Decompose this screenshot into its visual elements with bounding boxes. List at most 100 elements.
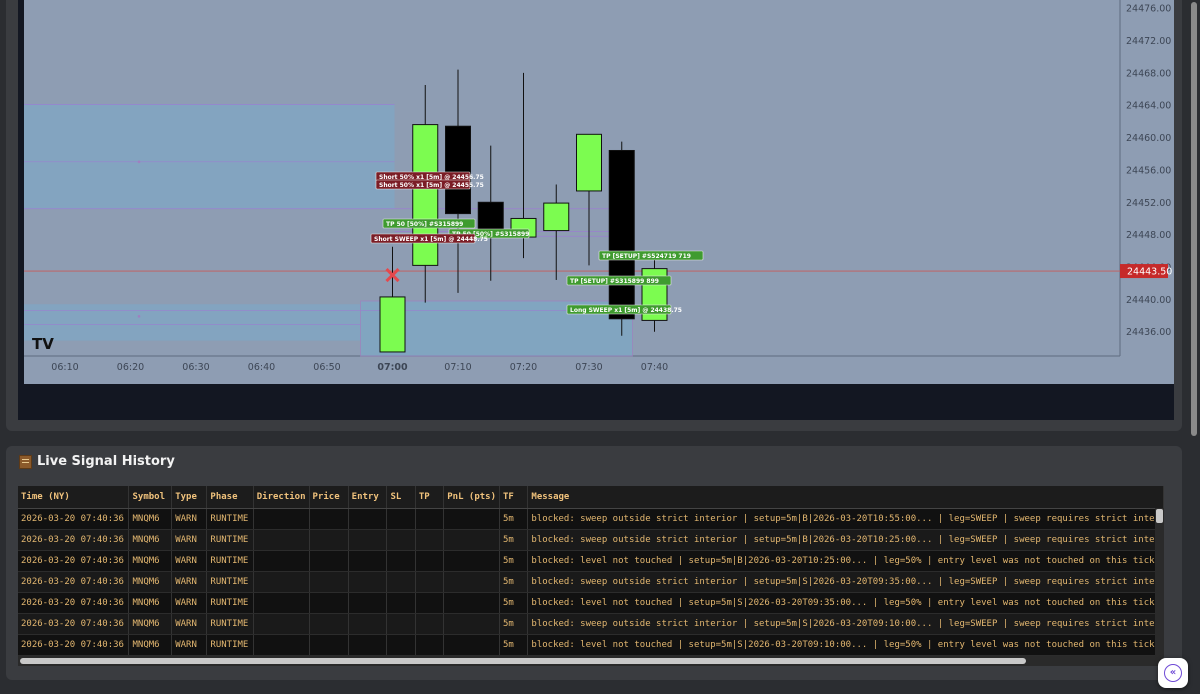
table-cell: 5m bbox=[499, 634, 529, 656]
chart-panel: 24476.00 24472.00 24468.00 24464.00 24460.00… bbox=[6, 0, 1182, 431]
vertical-scrollbar-thumb[interactable] bbox=[1156, 509, 1163, 523]
x-tick-label: 06:50 bbox=[313, 362, 340, 373]
table-cell bbox=[309, 571, 349, 593]
annotation-label: TP 50 [50%] #S315899 bbox=[386, 221, 463, 228]
signal-history-table-container[interactable]: Time (NY) Symbol Type Phase Direction Price En… bbox=[18, 486, 1164, 666]
table-row[interactable]: 2026-03-20 07:40:36 MNQM6 WARN RUNTIME 5m blo… bbox=[18, 592, 1164, 614]
column-header[interactable]: SL bbox=[386, 486, 416, 509]
x-tick-label: 07:30 bbox=[575, 362, 602, 373]
table-cell: WARN bbox=[171, 592, 208, 614]
page-scrollbar[interactable] bbox=[1190, 0, 1198, 694]
table-cell: blocked: level not touched | setup=5m|S|… bbox=[527, 592, 1164, 614]
column-header[interactable]: Phase bbox=[206, 486, 254, 509]
column-header[interactable]: Symbol bbox=[128, 486, 173, 509]
x-tick-label: 07:40 bbox=[641, 362, 668, 373]
table-cell bbox=[309, 634, 349, 656]
table-cell: blocked: sweep outside strict interior |… bbox=[527, 529, 1164, 551]
column-header[interactable]: Message bbox=[527, 486, 1164, 509]
table-cell: MNQM6 bbox=[128, 571, 173, 593]
y-tick-label: 24452.00 bbox=[1126, 198, 1171, 209]
table-row[interactable]: 2026-03-20 07:40:36 MNQM6 WARN RUNTIME 5m blo… bbox=[18, 508, 1164, 530]
table-cell bbox=[415, 550, 445, 572]
horizontal-scrollbar[interactable] bbox=[18, 656, 1164, 666]
horizontal-scrollbar-thumb[interactable] bbox=[20, 658, 1026, 664]
chart-frame[interactable]: 24476.00 24472.00 24468.00 24464.00 24460.00… bbox=[18, 0, 1174, 420]
table-row[interactable]: 2026-03-20 07:40:36 MNQM6 WARN RUNTIME 5m blo… bbox=[18, 571, 1164, 593]
table-cell bbox=[386, 550, 416, 572]
table-cell: RUNTIME bbox=[206, 613, 254, 635]
ledger-icon bbox=[19, 454, 32, 469]
page-scrollbar-thumb[interactable] bbox=[1191, 2, 1197, 436]
table-cell bbox=[348, 550, 388, 572]
level-dot bbox=[137, 160, 141, 164]
table-cell bbox=[415, 613, 445, 635]
table-cell: WARN bbox=[171, 613, 208, 635]
table-cell: 5m bbox=[499, 613, 529, 635]
table-row[interactable]: 2026-03-20 07:40:36 MNQM6 WARN RUNTIME 5m blo… bbox=[18, 529, 1164, 551]
table-cell bbox=[415, 529, 445, 551]
y-tick-label: 24460.00 bbox=[1126, 133, 1171, 144]
table-cell: MNQM6 bbox=[128, 613, 173, 635]
x-tick-label: 06:10 bbox=[51, 362, 78, 373]
table-cell: 5m bbox=[499, 592, 529, 614]
y-tick-label: 24476.00 bbox=[1126, 4, 1171, 15]
table-cell: WARN bbox=[171, 550, 208, 572]
column-header[interactable]: Type bbox=[171, 486, 208, 509]
table-row[interactable]: 2026-03-20 07:40:36 MNQM6 WARN RUNTIME 5m blo… bbox=[18, 550, 1164, 572]
table-cell bbox=[443, 613, 501, 635]
table-cell bbox=[348, 508, 388, 530]
column-header[interactable]: Entry bbox=[348, 486, 388, 509]
table-cell bbox=[309, 529, 349, 551]
table-cell: WARN bbox=[171, 571, 208, 593]
table-cell bbox=[415, 508, 445, 530]
candle-body bbox=[608, 149, 635, 320]
x-tick-label: 06:40 bbox=[248, 362, 275, 373]
table-cell: blocked: sweep outside strict interior |… bbox=[527, 508, 1164, 530]
tradingview-logo: TV bbox=[32, 335, 54, 353]
table-cell bbox=[386, 634, 416, 656]
table-cell bbox=[443, 550, 501, 572]
table-cell bbox=[253, 550, 310, 572]
price-chart[interactable]: 24476.00 24472.00 24468.00 24464.00 24460.00… bbox=[18, 0, 1174, 420]
annotation-label: TP [SETUP] #S524719 719 bbox=[602, 253, 691, 260]
table-cell bbox=[348, 613, 388, 635]
table-cell: WARN bbox=[171, 508, 208, 530]
signal-history-table: Time (NY) Symbol Type Phase Direction Price En… bbox=[18, 486, 1164, 656]
candle-body bbox=[379, 296, 406, 353]
collapse-button[interactable]: « bbox=[1158, 658, 1188, 688]
table-cell: blocked: level not touched | setup=5m|B|… bbox=[527, 550, 1164, 572]
candle-body bbox=[445, 125, 471, 215]
column-header[interactable]: Price bbox=[309, 486, 349, 509]
table-cell: blocked: sweep outside strict interior |… bbox=[527, 571, 1164, 593]
table-cell bbox=[348, 571, 388, 593]
table-cell bbox=[348, 529, 388, 551]
table-cell bbox=[253, 508, 310, 530]
table-cell: 5m bbox=[499, 508, 529, 530]
y-tick-label: 24472.00 bbox=[1126, 36, 1171, 47]
column-header[interactable]: TF bbox=[499, 486, 529, 509]
table-cell: 5m bbox=[499, 550, 529, 572]
current-price-label: 24443.50 bbox=[1127, 267, 1172, 278]
table-row[interactable]: 2026-03-20 07:40:36 MNQM6 WARN RUNTIME 5m blo… bbox=[18, 613, 1164, 635]
y-tick-label: 24440.00 bbox=[1126, 295, 1171, 306]
table-cell: 5m bbox=[499, 571, 529, 593]
vertical-scrollbar[interactable] bbox=[1155, 508, 1164, 656]
table-cell bbox=[415, 571, 445, 593]
table-cell bbox=[443, 508, 501, 530]
table-cell bbox=[253, 634, 310, 656]
table-cell: 2026-03-20 07:40:36 bbox=[18, 529, 130, 551]
table-cell: MNQM6 bbox=[128, 550, 173, 572]
column-header[interactable]: TP bbox=[415, 486, 445, 509]
table-row[interactable]: 2026-03-20 07:40:36 MNQM6 WARN RUNTIME 5m blo… bbox=[18, 634, 1164, 656]
annotation-label: Short 50% x1 [5m] @ 24455.75 bbox=[379, 182, 484, 189]
double-chevron-left-icon: « bbox=[1164, 664, 1182, 682]
table-cell bbox=[386, 529, 416, 551]
table-cell: RUNTIME bbox=[206, 592, 254, 614]
signal-history-panel: Live Signal History Time (NY) Symbol Type P… bbox=[6, 446, 1182, 680]
column-header[interactable]: Time (NY) bbox=[18, 486, 130, 509]
table-cell bbox=[443, 634, 501, 656]
table-cell bbox=[348, 592, 388, 614]
column-header[interactable]: Direction bbox=[253, 486, 310, 509]
panel-title-text: Live Signal History bbox=[37, 454, 175, 469]
column-header[interactable]: PnL (pts) bbox=[443, 486, 501, 509]
